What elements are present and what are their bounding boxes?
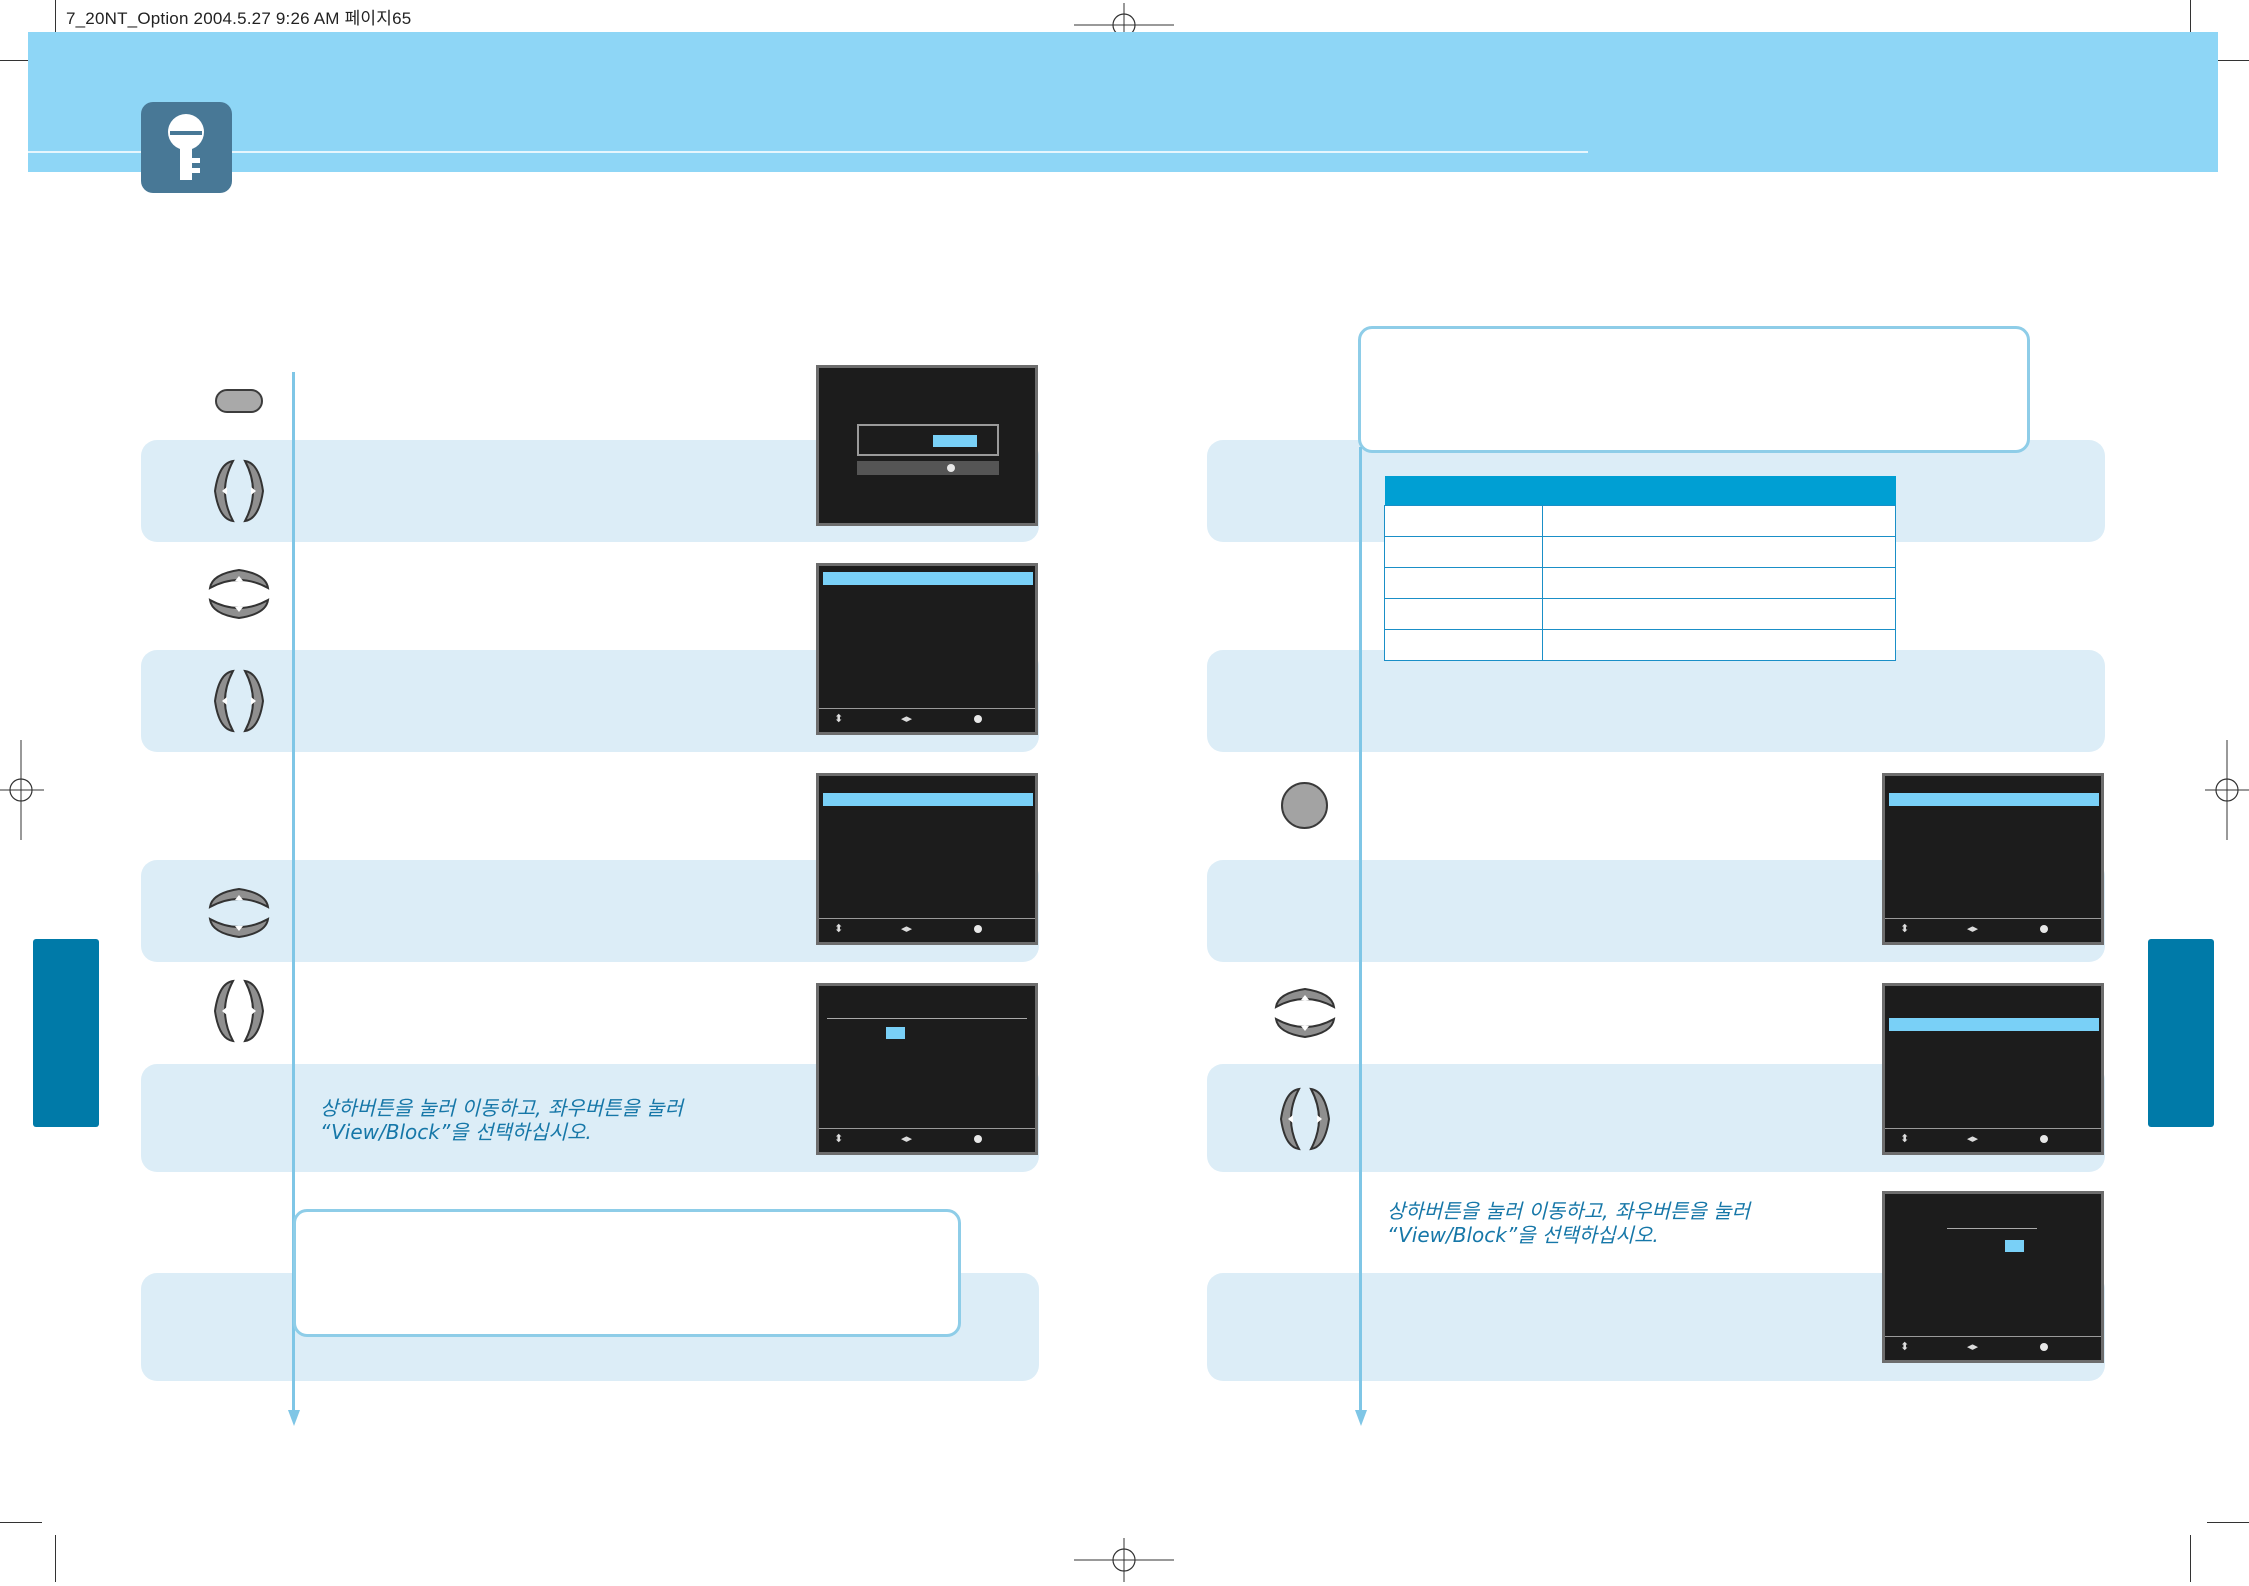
rating-table [1384, 476, 1896, 661]
menu-highlight-row [1889, 793, 2099, 806]
password-highlight [933, 435, 977, 447]
note-box-right [1358, 326, 2030, 453]
up-down-arrows-icon [208, 887, 270, 939]
updown-hint-icon: ⬍ [1900, 922, 1910, 935]
menu-footer-divider [1885, 1336, 2101, 1337]
registration-mark [0, 740, 44, 840]
oval-button-icon [215, 389, 263, 413]
table-row [1384, 567, 1896, 599]
leftright-hint-icon: ◂▸ [901, 1132, 913, 1145]
menu-highlight-row [823, 572, 1033, 585]
flow-arrow-left [288, 1410, 300, 1426]
table-cell [1384, 629, 1543, 661]
step-band [1207, 650, 2105, 752]
tv-screen-password [816, 365, 1038, 526]
flow-arrow-right [1355, 1410, 1367, 1426]
menu-highlight-row [823, 793, 1033, 806]
table-cell [1542, 629, 1896, 661]
up-down-arrows-icon [1274, 987, 1336, 1039]
enter-dot-icon [974, 715, 982, 723]
key-badge [141, 102, 232, 193]
crop-mark [2190, 1535, 2191, 1582]
table-cell [1384, 598, 1543, 630]
rating-table-grid [1384, 476, 1896, 661]
table-cell [1542, 567, 1896, 599]
table-cell [1542, 505, 1896, 537]
crop-mark [2207, 1522, 2249, 1523]
table-cell [1384, 505, 1543, 537]
instruction-line: 상하버튼을 눌러 이동하고, 좌우버튼을 눌러 [320, 1096, 683, 1120]
leftright-hint-icon: ◂▸ [1967, 922, 1979, 935]
rating-divider [1947, 1228, 2037, 1229]
table-row [1384, 505, 1896, 537]
updown-hint-icon: ⬍ [834, 922, 844, 935]
crop-mark [55, 1535, 56, 1582]
print-file-info: 7_20NT_Option 2004.5.27 9:26 AM 페이지65 [66, 9, 412, 28]
tv-screen-menu: ⬍ ◂▸ [1882, 773, 2104, 945]
menu-footer-divider [819, 1128, 1035, 1129]
enter-dot-icon [2040, 1343, 2048, 1351]
table-header-cell [1384, 476, 1543, 506]
view-block-instruction: 상하버튼을 눌러 이동하고, 좌우버튼을 눌러 “View/Block”을 선택… [320, 1096, 683, 1144]
table-row [1384, 536, 1896, 568]
up-down-arrows-icon [208, 568, 270, 620]
note-box-left [293, 1209, 961, 1337]
left-right-arrows-icon [1279, 1087, 1331, 1151]
table-row [1384, 629, 1896, 661]
leftright-hint-icon: ◂▸ [901, 922, 913, 935]
menu-footer-divider [819, 918, 1035, 919]
rating-divider [827, 1018, 1027, 1019]
table-header-row [1384, 476, 1896, 506]
left-right-arrows-icon [213, 459, 265, 523]
table-cell [1384, 567, 1543, 599]
menu-highlight-row [1889, 1018, 2099, 1031]
password-field [857, 424, 999, 456]
rating-highlight-cell [886, 1027, 905, 1039]
flow-line-right [1359, 447, 1362, 1412]
updown-hint-icon: ⬍ [1900, 1132, 1910, 1145]
round-button-icon [1281, 782, 1328, 829]
leftright-hint-icon: ◂▸ [1967, 1340, 1979, 1353]
leftright-hint-icon: ◂▸ [1967, 1132, 1979, 1145]
enter-dot-icon [2040, 925, 2048, 933]
left-right-arrows-icon [213, 669, 265, 733]
enter-dot-icon [974, 1135, 982, 1143]
instruction-line: “View/Block”을 선택하십시오. [320, 1120, 592, 1144]
rating-highlight-cell [2005, 1240, 2024, 1252]
table-cell [1542, 598, 1896, 630]
updown-hint-icon: ⬍ [1900, 1340, 1910, 1353]
instruction-line: “View/Block”을 선택하십시오. [1387, 1223, 1659, 1247]
menu-footer-divider [819, 708, 1035, 709]
enter-dot-icon [947, 464, 955, 472]
tv-screen-rating: ⬍ ◂▸ [816, 983, 1038, 1155]
crop-mark [0, 1522, 42, 1523]
key-icon [168, 114, 204, 180]
instruction-line: 상하버튼을 눌러 이동하고, 좌우버튼을 눌러 [1387, 1199, 1750, 1223]
enter-dot-icon [2040, 1135, 2048, 1143]
updown-hint-icon: ⬍ [834, 712, 844, 725]
chapter-tab-right [2148, 939, 2214, 1127]
enter-dot-icon [974, 925, 982, 933]
left-right-arrows-icon [213, 979, 265, 1043]
menu-footer-divider [1885, 1128, 2101, 1129]
table-row [1384, 598, 1896, 630]
tv-screen-menu: ⬍ ◂▸ [1882, 983, 2104, 1155]
updown-hint-icon: ⬍ [834, 1132, 844, 1145]
tv-screen-rating: ⬍ ◂▸ [1882, 1191, 2104, 1363]
banner-divider [28, 151, 1588, 153]
tv-screen-menu: ⬍ ◂▸ [816, 563, 1038, 735]
view-block-instruction: 상하버튼을 눌러 이동하고, 좌우버튼을 눌러 “View/Block”을 선택… [1387, 1199, 1750, 1247]
tv-screen-menu: ⬍ ◂▸ [816, 773, 1038, 945]
password-footer [857, 461, 999, 475]
table-cell [1542, 536, 1896, 568]
table-header-cell [1542, 476, 1896, 506]
registration-mark [1074, 1538, 1174, 1582]
menu-footer-divider [1885, 918, 2101, 919]
registration-mark [2205, 740, 2249, 840]
leftright-hint-icon: ◂▸ [901, 712, 913, 725]
table-cell [1384, 536, 1543, 568]
chapter-tab-left [33, 939, 99, 1127]
